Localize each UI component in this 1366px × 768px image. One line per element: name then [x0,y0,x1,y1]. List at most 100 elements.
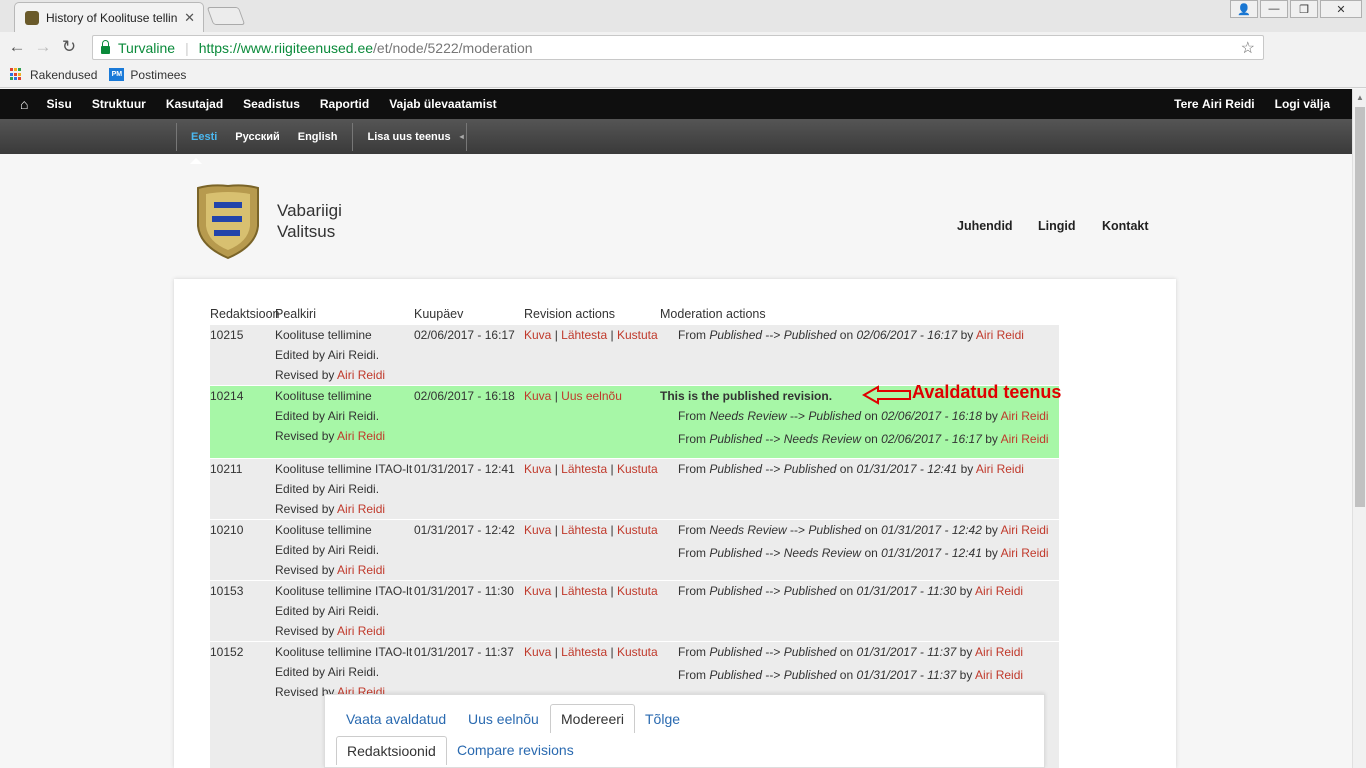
moderation-entry: From Published --> Published on 01/31/20… [678,584,1024,598]
delete-link[interactable]: Kustuta [617,645,658,659]
revert-link[interactable]: Lähtesta [561,645,607,659]
menu-sisu[interactable]: Sisu [46,97,71,111]
view-link[interactable]: Kuva [524,462,551,476]
profile-icon[interactable]: 👤 [1230,0,1258,18]
revised-user-link[interactable]: Airi Reidi [337,429,385,443]
moderator-link[interactable]: Airi Reidi [1001,546,1049,560]
revised-user-link[interactable]: Airi Reidi [337,624,385,638]
revision-title: Koolituse tellimine ITAO-lt [275,645,413,659]
tab-tolge[interactable]: Tõlge [635,705,690,733]
moderation-entry: From Published --> Published on 01/31/20… [678,462,1024,476]
delete-link[interactable]: Kustuta [617,584,658,598]
th-redaktsioon: Redaktsioon [210,307,280,321]
url-input[interactable]: Turvaline | https://www.riigiteenused.ee… [92,35,1264,60]
menu-seadistus[interactable]: Seadistus [243,97,300,111]
view-link[interactable]: Kuva [524,523,551,537]
new-tab-button[interactable] [206,7,246,25]
revised-by: Revised by Airi Reidi [275,429,386,443]
annotation-arrow-icon [862,385,911,405]
view-link[interactable]: Kuva [524,645,551,659]
nav-kontakt[interactable]: Kontakt [1102,219,1149,233]
view-link[interactable]: Kuva [524,389,551,403]
revert-link[interactable]: Lähtesta [561,584,607,598]
moderator-link[interactable]: Airi Reidi [1001,523,1049,537]
nav-juhendid[interactable]: Juhendid [957,219,1013,233]
back-icon[interactable]: ← [4,37,30,57]
new-draft-link[interactable]: Uus eelnõu [561,389,622,403]
home-icon[interactable]: ⌂ [20,96,28,112]
delete-link[interactable]: Kustuta [617,328,658,342]
revert-link[interactable]: Lähtesta [561,328,607,342]
lang-eesti[interactable]: Eesti [177,131,226,164]
restore-icon[interactable]: ❐ [1290,0,1318,18]
close-tab-icon[interactable]: ✕ [184,10,195,26]
moderator-link[interactable]: Airi Reidi [975,668,1023,682]
user-greeting[interactable]: Tere Airi Reidi [1154,97,1255,111]
revised-user-link[interactable]: Airi Reidi [337,368,385,382]
close-window-icon[interactable]: ✕ [1320,0,1362,18]
revert-link[interactable]: Lähtesta [561,523,607,537]
moderation-entry: From Published --> Needs Review on 02/06… [678,432,1049,446]
view-link[interactable]: Kuva [524,584,551,598]
revised-by: Revised by Airi Reidi [275,563,386,577]
tab-uus-eelnou[interactable]: Uus eelnõu [458,705,549,733]
url-path: /et/node/5222/moderation [373,39,533,56]
minimize-icon[interactable]: — [1260,0,1288,18]
view-link[interactable]: Kuva [524,328,551,342]
moderator-link[interactable]: Airi Reidi [975,645,1023,659]
reload-icon[interactable]: ↻ [56,37,82,57]
moderator-link[interactable]: Airi Reidi [976,462,1024,476]
coat-of-arms-logo[interactable] [192,182,264,260]
bookmark-rakendused[interactable]: Rakendused [30,68,97,82]
moderator-link[interactable]: Airi Reidi [1001,432,1049,446]
moderator-link[interactable]: Airi Reidi [1001,409,1049,423]
menu-struktuur[interactable]: Struktuur [92,97,146,111]
edited-by: Edited by Airi Reidi. [275,543,380,557]
revert-link[interactable]: Lähtesta [561,462,607,476]
revised-by: Revised by Airi Reidi [275,624,386,638]
edited-by: Edited by Airi Reidi. [275,348,380,362]
revision-id: 10152 [210,645,244,659]
logout-link[interactable]: Logi välja [1275,97,1330,111]
page-scrollbar[interactable]: ▲ [1352,89,1366,768]
add-service-link[interactable]: Lisa uus teenus [353,131,459,143]
browser-tab[interactable]: History of Koolituse tellin ✕ [14,2,204,32]
tab-redaktsioonid[interactable]: Redaktsioonid [336,736,447,765]
tab-compare-revisions[interactable]: Compare revisions [447,736,584,764]
postimees-icon: PM [109,68,125,81]
revision-date: 01/31/2017 - 11:37 [414,645,514,659]
menu-raportid[interactable]: Raportid [320,97,369,111]
moderator-link[interactable]: Airi Reidi [975,584,1023,598]
lang-english[interactable]: English [289,131,347,143]
scroll-thumb[interactable] [1355,107,1365,507]
moderator-link[interactable]: Airi Reidi [976,328,1024,342]
revision-date: 02/06/2017 - 16:18 [414,389,515,403]
language-bar: Eesti Русский English Lisa uus teenus ◂ [0,119,1352,164]
revised-by: Revised by Airi Reidi [275,368,386,382]
lang-russian[interactable]: Русский [226,131,288,143]
lock-icon [101,39,110,54]
nav-lingid[interactable]: Lingid [1038,219,1076,233]
bookmark-star-icon[interactable]: ☆ [1241,38,1255,58]
revision-date: 01/31/2017 - 12:41 [414,462,515,476]
menu-kasutajad[interactable]: Kasutajad [166,97,223,111]
revised-user-link[interactable]: Airi Reidi [337,502,385,516]
moderation-entry: From Published --> Published on 01/31/20… [678,668,1024,682]
delete-link[interactable]: Kustuta [617,523,658,537]
revision-title: Koolituse tellimine ITAO-lt [275,462,413,476]
site-brand[interactable]: Vabariigi Valitsus [277,200,342,242]
revised-user-link[interactable]: Airi Reidi [337,563,385,577]
site-favicon-icon [25,10,39,25]
menu-vajab[interactable]: Vajab ülevaatamist [389,97,496,111]
bookmarks-bar: Rakendused PM Postimees [0,62,1366,88]
scroll-up-icon[interactable]: ▲ [1356,93,1364,102]
tab-vaata-avaldatud[interactable]: Vaata avaldatud [336,705,456,733]
edited-by: Edited by Airi Reidi. [275,604,380,618]
bookmark-postimees[interactable]: Postimees [130,68,186,82]
revision-id: 10210 [210,523,244,537]
tab-modereeri[interactable]: Modereeri [550,704,636,733]
th-moderation-actions: Moderation actions [660,307,766,321]
table-row: 10211 Koolituse tellimine ITAO-lt Edited b… [210,458,1059,519]
forward-icon[interactable]: → [30,37,56,57]
delete-link[interactable]: Kustuta [617,462,658,476]
